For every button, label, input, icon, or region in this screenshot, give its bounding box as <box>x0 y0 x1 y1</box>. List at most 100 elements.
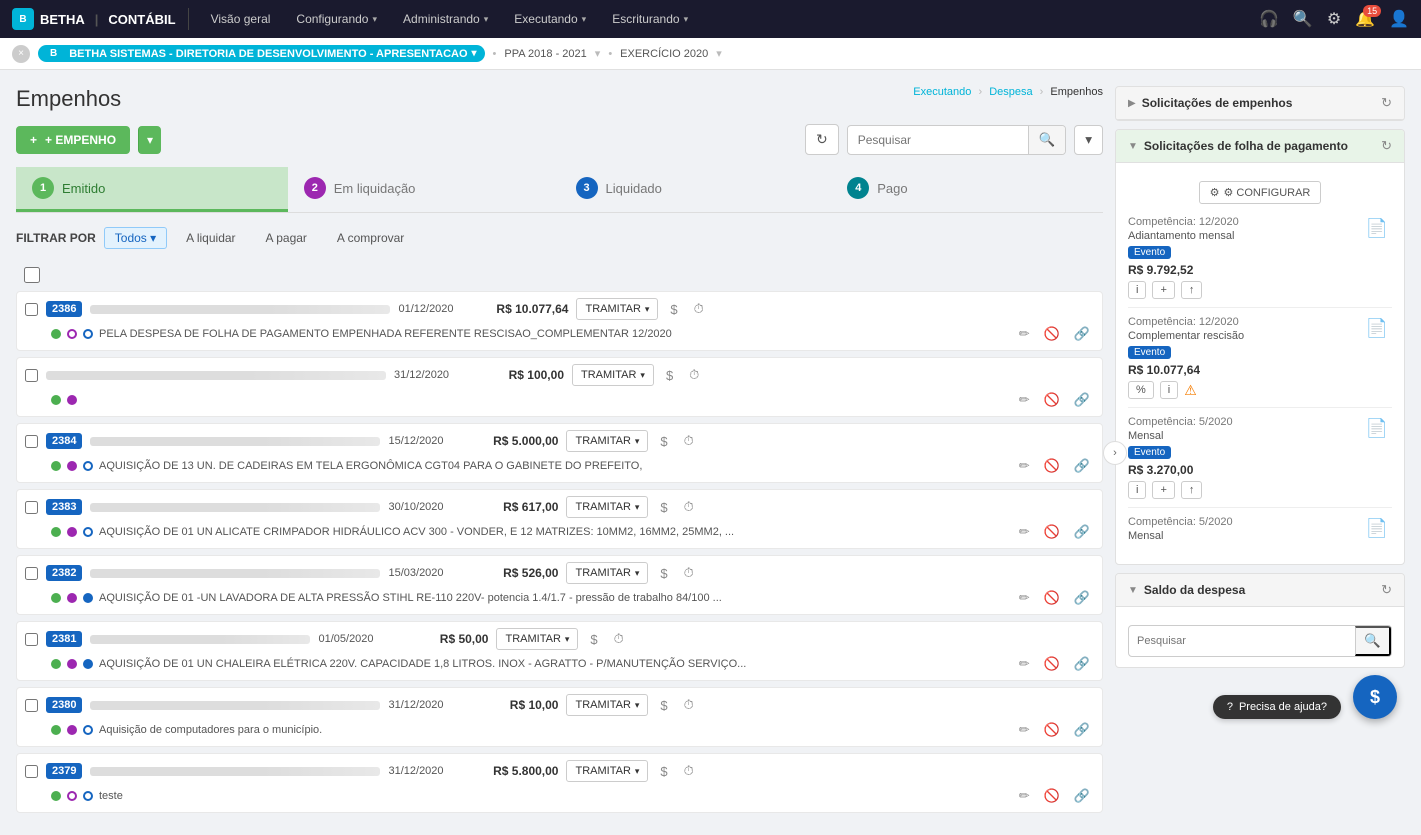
add-button[interactable]: + <box>1152 481 1174 499</box>
row-checkbox[interactable] <box>25 765 38 778</box>
cancel-icon[interactable]: 🚫 <box>1040 588 1064 608</box>
close-tab-button[interactable]: × <box>12 45 30 63</box>
cancel-icon[interactable]: 🚫 <box>1040 522 1064 542</box>
percent-button[interactable]: % <box>1128 381 1154 399</box>
tramitar-button[interactable]: TRAMITAR ▾ <box>496 628 578 650</box>
solicitacoes-folha-header[interactable]: ▼ Solicitações de folha de pagamento ↻ <box>1116 130 1404 163</box>
select-all-checkbox[interactable] <box>24 267 40 283</box>
row-checkbox[interactable] <box>25 435 38 448</box>
tramitar-button[interactable]: TRAMITAR ▾ <box>566 430 648 452</box>
solicitacoes-empenhos-header[interactable]: ▶ Solicitações de empenhos ↻ <box>1116 87 1404 120</box>
refresh-icon[interactable]: ↻ <box>1381 138 1392 154</box>
refresh-icon[interactable]: ↻ <box>1381 95 1392 111</box>
row-checkbox[interactable] <box>25 303 38 316</box>
tramitar-button[interactable]: TRAMITAR ▾ <box>566 760 648 782</box>
filter-a-pagar[interactable]: A pagar <box>255 227 318 249</box>
share-icon[interactable]: 🔗 <box>1070 588 1094 608</box>
tramitar-button[interactable]: TRAMITAR ▾ <box>572 364 654 386</box>
up-button[interactable]: ↑ <box>1181 281 1203 299</box>
edit-icon[interactable]: ✏ <box>1015 588 1034 608</box>
tab-em-liquidacao[interactable]: 2 Em liquidação <box>288 167 560 212</box>
edit-icon[interactable]: ✏ <box>1015 522 1034 542</box>
add-dropdown-button[interactable]: ▾ <box>138 126 161 154</box>
saldo-search-button[interactable]: 🔍 <box>1355 626 1391 656</box>
edit-icon[interactable]: ✏ <box>1015 390 1034 410</box>
edit-icon[interactable]: ✏ <box>1015 720 1034 740</box>
up-button[interactable]: ↑ <box>1181 481 1203 499</box>
exercicio-label[interactable]: EXERCÍCIO 2020 <box>620 48 708 60</box>
doc-icon[interactable]: 📄 <box>1362 416 1392 441</box>
clock-icon[interactable]: ⏱ <box>680 695 698 715</box>
row-checkbox[interactable] <box>25 633 38 646</box>
add-button[interactable]: + <box>1152 281 1174 299</box>
empenho-id[interactable]: 2386 <box>46 301 82 317</box>
expand-panel-button[interactable]: › <box>1103 441 1127 465</box>
clock-icon[interactable]: ⏱ <box>690 299 708 319</box>
headphones-icon[interactable]: 🎧 <box>1259 9 1279 29</box>
tab-liquidado[interactable]: 3 Liquidado <box>560 167 832 212</box>
dollar-icon[interactable]: $ <box>656 498 671 517</box>
search-submit-button[interactable]: 🔍 <box>1028 126 1066 154</box>
clock-icon[interactable]: ⏱ <box>610 629 628 649</box>
doc-icon[interactable]: 📄 <box>1362 216 1392 241</box>
saldo-despesa-header[interactable]: ▼ Saldo da despesa ↻ <box>1116 574 1404 607</box>
nav-visao-geral[interactable]: Visão geral <box>201 0 281 38</box>
tramitar-button[interactable]: TRAMITAR ▾ <box>566 496 648 518</box>
empenho-id[interactable]: 2384 <box>46 433 82 449</box>
share-icon[interactable]: 🔗 <box>1070 522 1094 542</box>
cancel-icon[interactable]: 🚫 <box>1040 786 1064 806</box>
dollar-icon[interactable]: $ <box>666 300 681 319</box>
row-checkbox[interactable] <box>25 567 38 580</box>
filter-button[interactable]: ▾ <box>1074 125 1103 155</box>
saldo-search-input[interactable] <box>1129 630 1355 652</box>
refresh-icon[interactable]: ↻ <box>1381 582 1392 598</box>
clock-icon[interactable]: ⏱ <box>680 497 698 517</box>
search-input[interactable] <box>848 127 1028 153</box>
search-icon[interactable]: 🔍 <box>1293 9 1313 29</box>
share-icon[interactable]: 🔗 <box>1070 720 1094 740</box>
share-icon[interactable]: 🔗 <box>1070 324 1094 344</box>
info-button[interactable]: i <box>1128 281 1146 299</box>
doc-icon[interactable]: 📄 <box>1362 516 1392 541</box>
share-icon[interactable]: 🔗 <box>1070 456 1094 476</box>
nav-executando[interactable]: Executando ▾ <box>504 0 596 38</box>
dollar-icon[interactable]: $ <box>586 630 601 649</box>
edit-icon[interactable]: ✏ <box>1015 324 1034 344</box>
add-empenho-button[interactable]: + + EMPENHO <box>16 126 130 154</box>
empenho-id[interactable]: 2380 <box>46 697 82 713</box>
clock-icon[interactable]: ⏱ <box>680 563 698 583</box>
filter-a-comprovar[interactable]: A comprovar <box>326 227 415 249</box>
cancel-icon[interactable]: 🚫 <box>1040 390 1064 410</box>
empenho-id[interactable]: 2379 <box>46 763 82 779</box>
ppa-label[interactable]: PPA 2018 - 2021 <box>504 48 586 60</box>
share-icon[interactable]: 🔗 <box>1070 390 1094 410</box>
share-icon[interactable]: 🔗 <box>1070 654 1094 674</box>
empenho-id[interactable]: 2382 <box>46 565 82 581</box>
edit-icon[interactable]: ✏ <box>1015 654 1034 674</box>
dollar-icon[interactable]: $ <box>656 432 671 451</box>
edit-icon[interactable]: ✏ <box>1015 786 1034 806</box>
tab-emitido[interactable]: 1 Emitido <box>16 167 288 212</box>
nav-configurando[interactable]: Configurando ▾ <box>286 0 387 38</box>
nav-administrando[interactable]: Administrando ▾ <box>393 0 498 38</box>
tramitar-button[interactable]: TRAMITAR ▾ <box>576 298 658 320</box>
clock-icon[interactable]: ⏱ <box>685 365 703 385</box>
bell-icon[interactable]: 🔔 15 <box>1355 9 1375 29</box>
info-button[interactable]: i <box>1160 381 1178 399</box>
user-icon[interactable]: 👤 <box>1389 9 1409 29</box>
nav-escriturando[interactable]: Escriturando ▾ <box>602 0 698 38</box>
brand-logo[interactable]: B BETHA | CONTÁBIL <box>12 8 189 30</box>
configure-button[interactable]: ⚙ ⚙ CONFIGURAR <box>1199 181 1322 204</box>
dollar-icon[interactable]: $ <box>656 762 671 781</box>
row-checkbox[interactable] <box>25 699 38 712</box>
cancel-icon[interactable]: 🚫 <box>1040 324 1064 344</box>
doc-icon[interactable]: 📄 <box>1362 316 1392 341</box>
tramitar-button[interactable]: TRAMITAR ▾ <box>566 694 648 716</box>
filter-a-liquidar[interactable]: A liquidar <box>175 227 246 249</box>
cancel-icon[interactable]: 🚫 <box>1040 654 1064 674</box>
tramitar-button[interactable]: TRAMITAR ▾ <box>566 562 648 584</box>
settings-icon[interactable]: ⚙ <box>1327 9 1341 29</box>
dollar-icon[interactable]: $ <box>656 696 671 715</box>
share-icon[interactable]: 🔗 <box>1070 786 1094 806</box>
filter-todos[interactable]: Todos ▾ <box>104 227 167 249</box>
